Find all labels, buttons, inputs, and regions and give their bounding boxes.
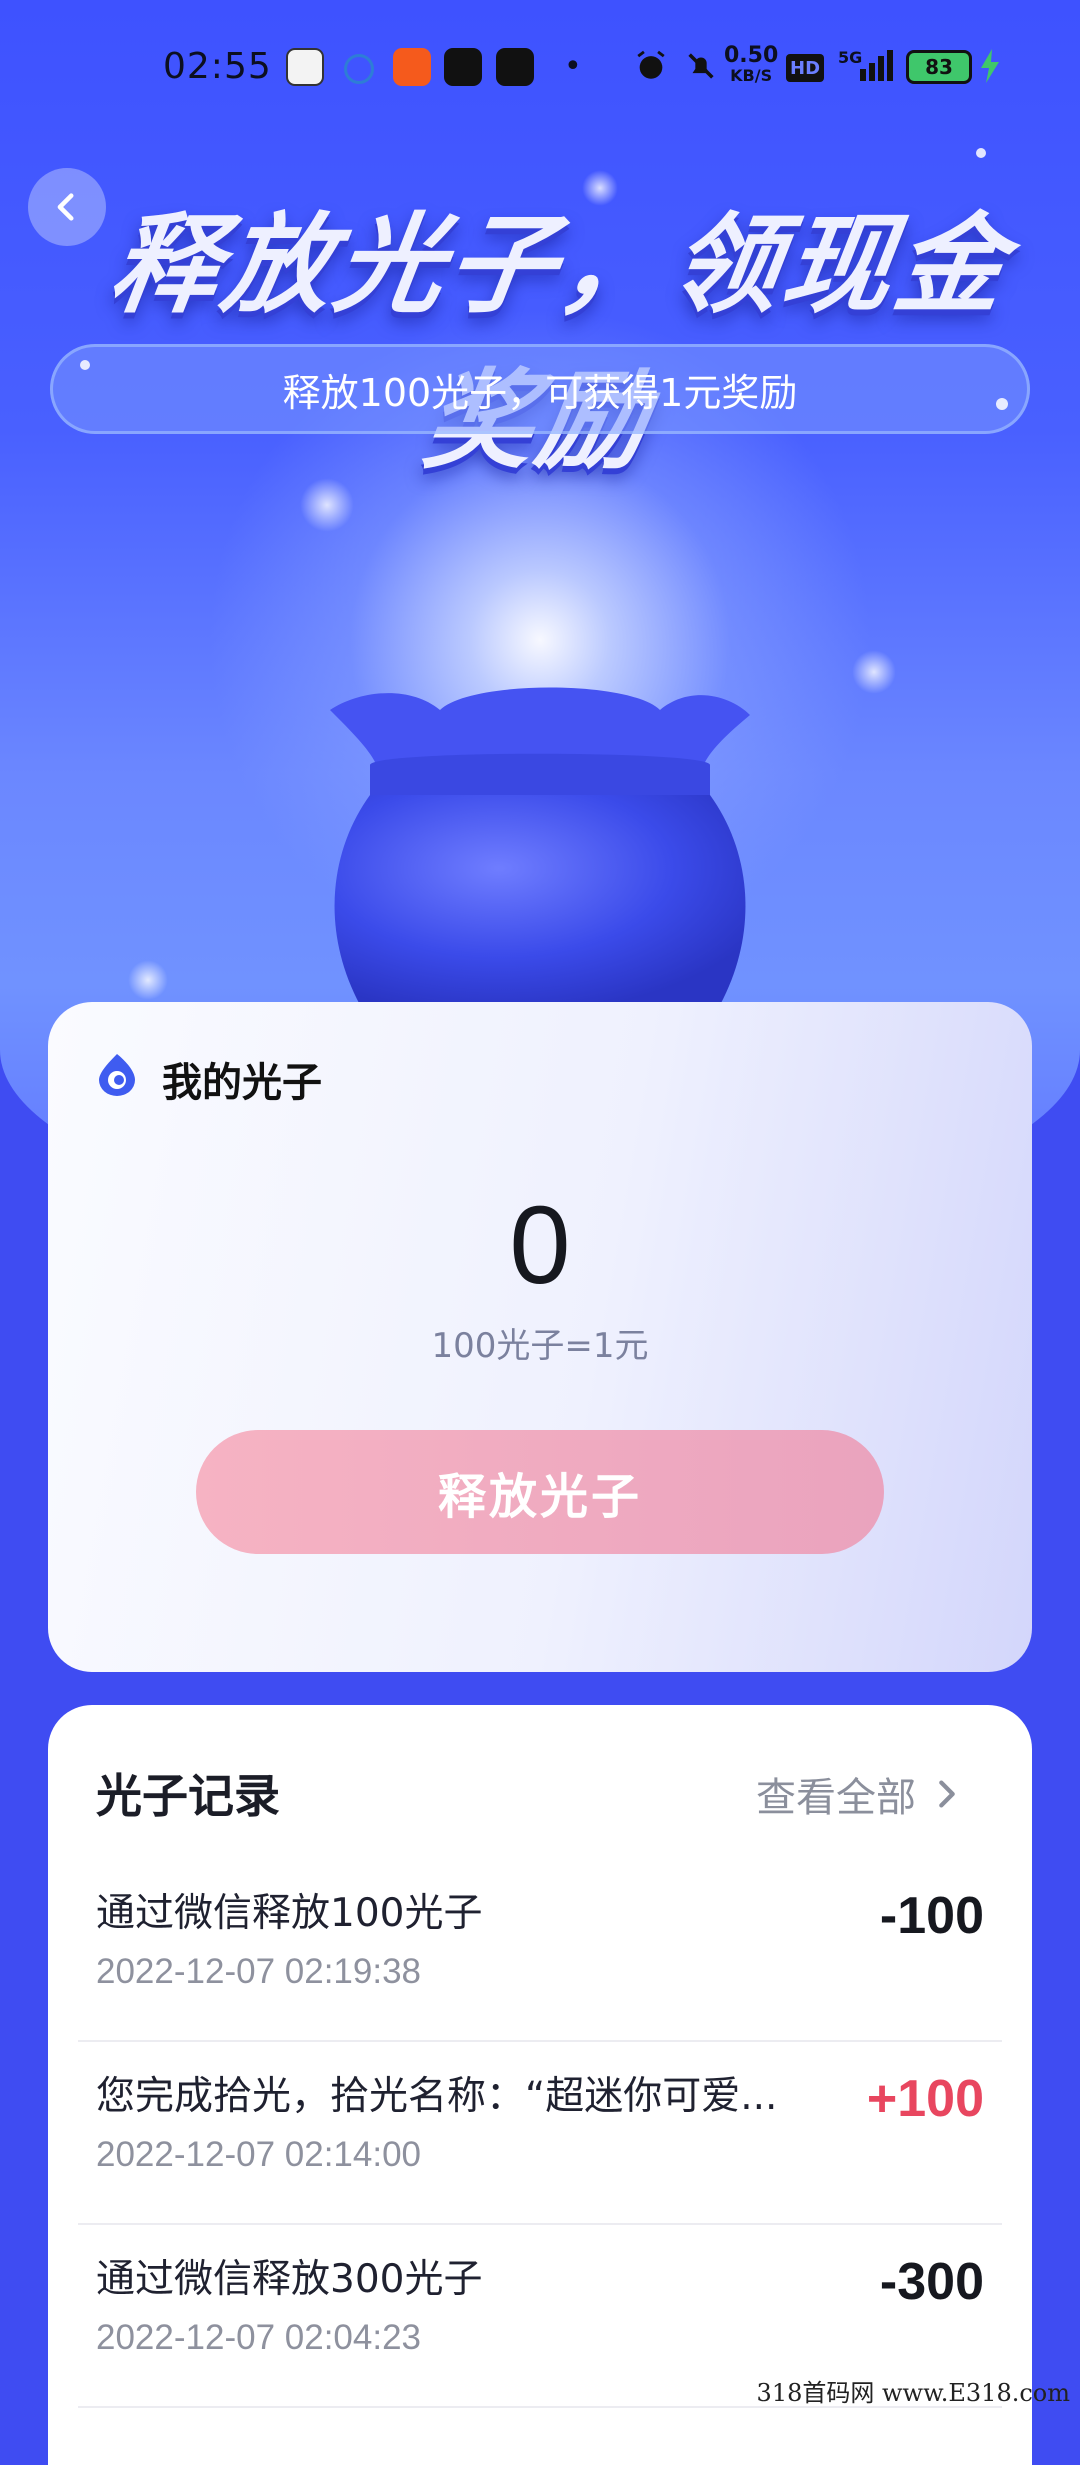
record-amount: -100	[879, 1887, 984, 1945]
signal-label: 5G	[838, 48, 863, 67]
record-row[interactable]: 您完成拾光，拾光名称：“超迷你可爱... 2022-12-07 02:14:00…	[78, 2043, 1002, 2225]
my-photon-title: 我的光子	[162, 1060, 322, 1106]
sparkle-decoration	[976, 148, 986, 158]
net-speed-value: 0.50	[724, 43, 779, 68]
sparkle-decoration	[996, 398, 1008, 410]
reward-subtitle-banner: 释放100光子，可获得1元奖励	[50, 344, 1030, 434]
battery-icon: 83	[906, 50, 972, 84]
status-time: 02:55	[163, 46, 272, 87]
status-bar: 02:55 • 0.50 KB/S HD 5G 83	[0, 0, 1080, 140]
charging-icon	[978, 46, 1002, 86]
record-time: 2022-12-07 02:14:00	[96, 2135, 421, 2174]
glow-decoration	[852, 650, 896, 694]
photon-jar-illustration	[330, 687, 750, 1005]
record-description: 通过微信释放300光子	[96, 2257, 483, 2302]
mail-notification-icon	[444, 48, 482, 86]
watermark: 318首码网 www.E318.com	[756, 2379, 1070, 2407]
record-description: 通过微信释放100光子	[96, 1891, 483, 1936]
douyin-app-icon	[496, 48, 534, 86]
glow-decoration	[582, 170, 618, 206]
record-description: 您完成拾光，拾光名称：“超迷你可爱...	[96, 2074, 778, 2119]
record-time: 2022-12-07 02:19:38	[96, 1952, 421, 1991]
record-row[interactable]: 通过微信释放100光子 2022-12-07 02:19:38 -100	[78, 1860, 1002, 2042]
record-time: 2022-12-07 02:04:23	[96, 2318, 421, 2357]
headline-title: 释放光子，领现金奖励	[102, 203, 1017, 484]
more-notifications-dot: •	[564, 48, 582, 84]
records-title: 光子记录	[96, 1769, 280, 1823]
glow-decoration	[128, 960, 168, 1000]
hd-icon: HD	[786, 54, 825, 82]
net-speed: 0.50 KB/S	[724, 43, 779, 86]
alarm-icon	[632, 46, 670, 86]
photon-logo-icon	[99, 1054, 135, 1096]
photon-exchange-rate: 100光子=1元	[431, 1326, 649, 1366]
release-photon-button[interactable]: 释放光子	[196, 1430, 884, 1554]
kuaishou-app-icon	[393, 48, 431, 86]
record-amount: -300	[879, 2253, 984, 2311]
photon-balance: 0	[509, 1184, 571, 1307]
notification-app-icon	[286, 48, 324, 86]
sparkle-decoration	[80, 360, 90, 370]
download-notification-icon	[344, 54, 374, 84]
battery-level: 83	[925, 55, 953, 79]
mute-icon	[682, 46, 720, 86]
reward-subtitle-text: 释放100光子，可获得1元奖励	[282, 370, 798, 415]
view-all-label: 查看全部	[756, 1775, 916, 1821]
glow-decoration	[300, 478, 354, 532]
signal-icon: 5G	[838, 46, 896, 86]
record-amount: +100	[866, 2070, 984, 2128]
net-speed-unit: KB/S	[730, 66, 773, 85]
chevron-right-icon	[939, 1780, 955, 1808]
view-all-link[interactable]: 查看全部	[756, 1765, 964, 1823]
